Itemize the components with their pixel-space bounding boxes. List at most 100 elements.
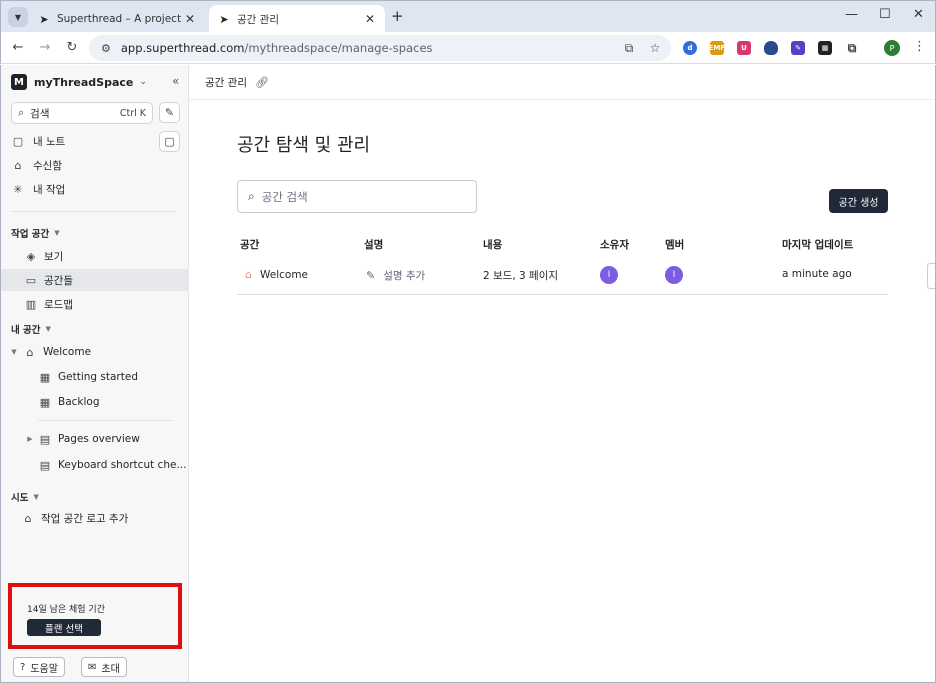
extension-pen-icon[interactable]: ✎ — [791, 41, 805, 55]
sidebar-item-roadmap[interactable]: ▥ 로드맵 — [1, 293, 189, 315]
tab-search-button[interactable]: ▼ — [8, 7, 28, 27]
side-panel-handle[interactable] — [927, 263, 935, 289]
section-label: 시도 — [11, 493, 29, 504]
maximize-icon[interactable]: ☐ — [879, 7, 891, 22]
workspace-logo: M — [11, 74, 27, 90]
column-header-owner[interactable]: 소유자 — [600, 237, 629, 252]
superthread-favicon-icon: ➤ — [219, 12, 229, 26]
close-tab-icon[interactable]: ✕ — [363, 12, 377, 26]
sidebar-item-label: 로드맵 — [44, 298, 73, 311]
home-icon: ⌂ — [26, 345, 34, 359]
extension-shield-icon[interactable] — [764, 41, 778, 55]
invite-label: 초대 — [101, 663, 120, 675]
sidebar-search-input[interactable]: ⌕ 검색 Ctrl K — [11, 102, 153, 124]
my-space-section-header[interactable]: 내 공간 ▼ — [11, 322, 51, 336]
content-cell: 2 보드, 3 페이지 — [483, 270, 559, 282]
tab-title: Superthread – A project mana — [57, 13, 183, 25]
inbox-icon: ⌂ — [14, 158, 22, 172]
caret-down-icon: ▼ — [45, 325, 51, 333]
sidebar-item-label: 작업 공간 로고 추가 — [41, 512, 129, 525]
create-space-button[interactable]: 공간 생성 — [829, 189, 888, 213]
column-header-members[interactable]: 멤버 — [665, 237, 684, 252]
window-close-icon[interactable]: ✕ — [913, 7, 924, 22]
sidebar-item-label: 수신함 — [33, 159, 62, 172]
superthread-favicon-icon: ➤ — [39, 12, 49, 26]
close-tab-icon[interactable]: ✕ — [183, 12, 197, 26]
browser-tab-manage-spaces[interactable]: ➤ 공간 관리 ✕ — [209, 5, 385, 33]
sidebar-item-inbox[interactable]: ⌂ 수신함 — [11, 154, 62, 176]
mail-icon: ✉ — [88, 661, 97, 673]
search-shortcut: Ctrl K — [119, 107, 146, 119]
new-note-button[interactable]: ▢ — [159, 131, 180, 152]
collapse-sidebar-icon[interactable]: « — [172, 74, 179, 88]
sidebar-divider — [11, 211, 176, 212]
sidebar-item-label: 공간들 — [44, 274, 73, 287]
profile-avatar[interactable]: P — [884, 40, 900, 56]
sidebar-item-board[interactable]: ▦ Getting started — [1, 366, 189, 388]
site-info-icon[interactable]: ⚙ — [101, 42, 111, 55]
space-name-cell[interactable]: ⌂ Welcome — [245, 268, 308, 281]
edit-icon: ✎ — [164, 106, 175, 119]
reload-icon[interactable]: ↻ — [63, 39, 81, 57]
choose-plan-button[interactable]: 플랜 선택 — [27, 619, 101, 636]
sidebar-item-board[interactable]: ▦ Backlog — [1, 391, 189, 413]
url-text: app.superthread.com/mythreadspace/manage… — [121, 41, 619, 55]
extensions-puzzle-icon[interactable]: ⧉ — [845, 41, 859, 55]
invite-button[interactable]: ✉ 초대 — [81, 657, 127, 677]
help-button[interactable]: ? 도움말 — [13, 657, 65, 677]
browser-tabbar: ▼ ➤ Superthread – A project mana ✕ ➤ 공간 … — [0, 0, 936, 33]
extension-u-icon[interactable]: U — [737, 41, 751, 55]
sidebar-item-my-notes[interactable]: ▢ 내 노트 — [11, 130, 66, 152]
column-header-space[interactable]: 공간 — [240, 237, 259, 252]
column-header-last-updated[interactable]: 마지막 업데이트 — [782, 237, 853, 252]
board-icon: ▦ — [39, 370, 51, 384]
browser-menu-icon[interactable]: ⋮ — [913, 39, 926, 54]
address-bar[interactable]: ⚙ app.superthread.com/mythreadspace/mana… — [89, 35, 671, 61]
extension-emp-icon[interactable]: EMP — [709, 41, 725, 55]
try-section-header[interactable]: 시도 ▼ — [11, 490, 39, 504]
bookmark-star-icon[interactable]: ☆ — [645, 41, 665, 55]
new-tab-button[interactable]: + — [391, 7, 404, 25]
sidebar-item-welcome-space[interactable]: ▼ ⌂ Welcome — [1, 341, 189, 363]
sidebar-item-page[interactable]: ▤ Keyboard shortcut che... — [1, 454, 189, 476]
minimize-icon[interactable]: — — [845, 7, 858, 22]
owner-avatar[interactable]: I — [600, 266, 618, 284]
breadcrumb-current[interactable]: 공간 관리 — [205, 75, 247, 90]
home-icon: ⌂ — [245, 268, 252, 281]
note-icon: ▢ — [12, 134, 24, 148]
browser-tab-superthread[interactable]: ➤ Superthread – A project mana ✕ — [29, 5, 205, 33]
header-divider — [189, 99, 935, 100]
tasks-icon: ✳ — [13, 182, 23, 196]
sidebar-item-label: Backlog — [58, 396, 100, 408]
pencil-icon: ✎ — [366, 269, 376, 282]
sidebar-item-label: 내 노트 — [33, 135, 66, 148]
search-placeholder: 검색 — [30, 107, 50, 120]
extension-grid-icon[interactable]: ▦ — [818, 41, 832, 55]
url-path: /mythreadspace/manage-spaces — [244, 41, 433, 55]
extension-d-icon[interactable]: d — [683, 41, 697, 55]
column-header-description[interactable]: 설명 — [364, 237, 383, 252]
sidebar-item-views[interactable]: ◈ 보기 — [1, 245, 189, 267]
workspace-switcher[interactable]: M myThreadSpace ⌄ — [11, 74, 147, 90]
main-content: 공간 관리 🔗︎ 공간 탐색 및 관리 ⌕ 공간 검색 공간 생성 공간 설명 … — [189, 65, 935, 682]
sidebar-item-page[interactable]: ▶ ▤ Pages overview — [1, 428, 189, 450]
space-search-input[interactable]: ⌕ 공간 검색 — [237, 180, 477, 213]
search-placeholder: 공간 검색 — [261, 189, 308, 204]
member-avatar[interactable]: I — [665, 266, 683, 284]
install-app-icon[interactable]: ⧉ — [619, 41, 639, 56]
back-arrow-icon[interactable]: ← — [9, 39, 27, 57]
forward-arrow-icon[interactable]: → — [36, 39, 54, 57]
add-description-cell[interactable]: ✎ 설명 추가 — [366, 268, 425, 283]
sidebar-item-spaces[interactable]: ▭ 공간들 — [1, 269, 189, 291]
sidebar-item-my-tasks[interactable]: ✳ 내 작업 — [11, 178, 65, 200]
expand-caret-icon[interactable]: ▼ — [9, 348, 19, 356]
section-label: 작업 공간 — [11, 229, 50, 240]
sidebar-item-add-logo[interactable]: ⌂ 작업 공간 로고 추가 — [1, 507, 189, 529]
new-item-button[interactable]: ✎ — [159, 102, 180, 123]
expand-caret-icon[interactable]: ▶ — [25, 435, 35, 443]
column-header-content[interactable]: 내용 — [483, 237, 502, 252]
layers-icon: ◈ — [26, 249, 36, 263]
workspace-section-header[interactable]: 작업 공간 ▼ — [11, 226, 60, 240]
copy-link-icon[interactable]: 🔗︎ — [255, 76, 269, 89]
help-circle-icon: ? — [20, 661, 26, 673]
